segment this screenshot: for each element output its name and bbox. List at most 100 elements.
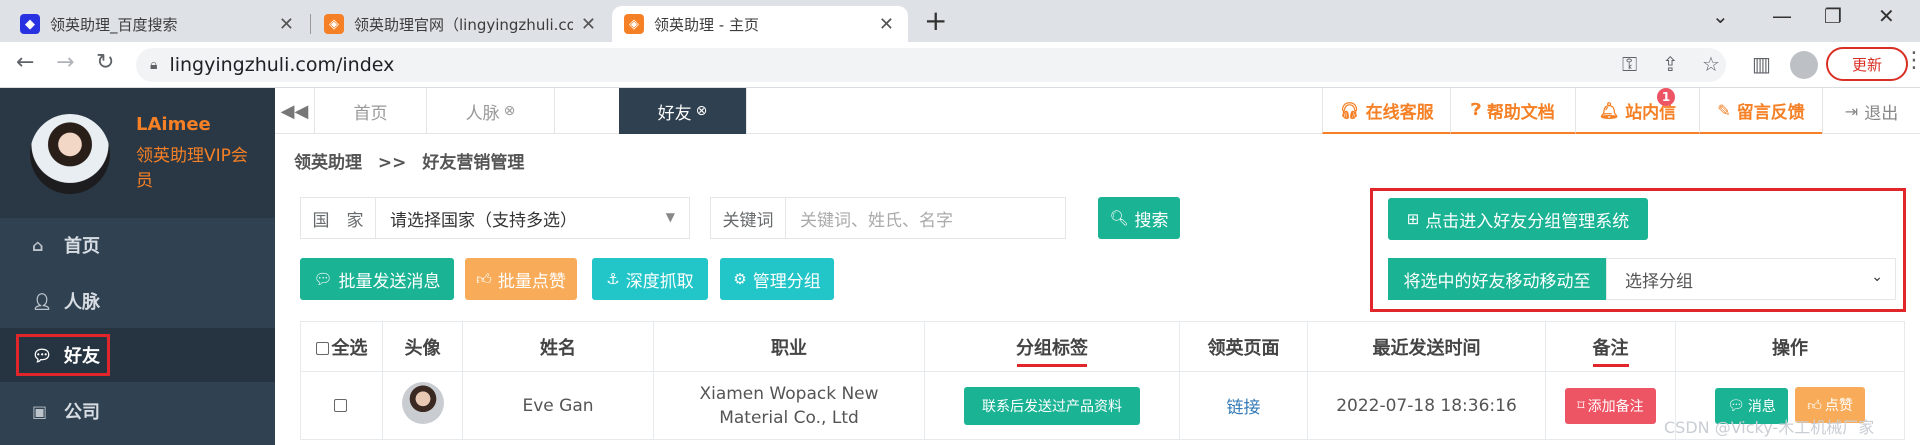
breadcrumb-root[interactable]: 领英助理 — [294, 153, 362, 173]
row-checkbox[interactable] — [333, 399, 347, 412]
browser-tab[interactable]: ◆ 领英助理_百度搜索 ✕ — [8, 6, 308, 42]
back-arrow-icon[interactable]: ← — [16, 50, 34, 75]
anchor-icon: ⚓︎ — [606, 270, 620, 288]
row-select-cell — [300, 371, 383, 440]
header-label: 分组标签 — [1016, 337, 1088, 359]
button-label: 管理分组 — [752, 271, 821, 292]
country-select[interactable]: 国 家 请选择国家（支持多选） ▼ — [300, 197, 690, 239]
red-underline — [1592, 364, 1629, 367]
key-icon[interactable]: ⚿ — [1622, 52, 1637, 76]
breadcrumb-separator: >> — [377, 153, 407, 173]
sidebar-item-label: 公司 — [64, 402, 100, 423]
group-select[interactable]: 选择分组 ⌄ — [1606, 258, 1896, 300]
side-panel-icon[interactable]: ▥ — [1752, 52, 1771, 76]
collapse-sidebar-icon[interactable]: ◀◀ — [275, 88, 315, 134]
linkedin-page-link[interactable]: 链接 — [1227, 398, 1261, 418]
country-value: 请选择国家（支持多选） — [390, 210, 577, 231]
group-tag-cell: 联系后发送过产品资料 — [924, 371, 1180, 440]
breadcrumb: 领英助理 >> 好友营销管理 — [294, 148, 534, 173]
profile-avatar-icon[interactable] — [1790, 51, 1818, 79]
select-all-checkbox[interactable] — [315, 342, 329, 355]
user-avatar[interactable] — [30, 114, 110, 194]
bookmark-icon: ⌑ — [1577, 397, 1585, 414]
tab-contacts[interactable]: 人脉 ⊗ — [427, 88, 555, 134]
question-icon: ❓︎ — [1471, 100, 1481, 119]
online-support-link[interactable]: 🎧︎ 在线客服 — [1322, 88, 1450, 134]
tab-label: 首页 — [353, 103, 388, 124]
deep-crawl-button[interactable]: ⚓︎ 深度抓取 — [592, 258, 708, 300]
note-cell: ⌑ 添加备注 — [1545, 371, 1676, 440]
keyword-input[interactable]: 关键词、姓氏、名字 — [786, 198, 953, 238]
close-icon[interactable]: ✕ — [279, 14, 294, 35]
restore-icon[interactable]: ❐ — [1824, 4, 1842, 28]
feedback-link[interactable]: ✎ 留言反馈 — [1699, 88, 1822, 134]
minimize-icon[interactable]: — — [1772, 4, 1792, 28]
button-label: 添加备注 — [1587, 398, 1644, 415]
tab-friends[interactable]: 好友 ⊗ — [619, 88, 747, 134]
browser-tab[interactable]: ◈ 领英助理官网（lingyingzhuli.co ✕ — [312, 6, 610, 42]
sidebar-item-friends[interactable]: 💬︎ 好友 — [0, 328, 275, 382]
batch-message-button[interactable]: 💬︎ 批量发送消息 — [300, 258, 454, 300]
close-icon[interactable]: ✕ — [879, 14, 894, 35]
avatar — [401, 382, 444, 424]
enter-group-system-button[interactable]: ⊞ 点击进入好友分组管理系统 — [1388, 198, 1648, 240]
browser-tab-active[interactable]: ◈ 领英助理 - 主页 ✕ — [612, 6, 908, 42]
share-icon[interactable]: ⇪ — [1662, 52, 1679, 76]
header-label: 最近发送时间 — [1372, 337, 1481, 359]
home-icon: ⌂ — [32, 235, 44, 255]
help-docs-link[interactable]: ❓︎ 帮助文档 — [1450, 88, 1575, 134]
search-button[interactable]: 🔍︎ 搜索 — [1098, 197, 1180, 239]
new-tab-button[interactable]: + — [924, 6, 947, 36]
tab-home[interactable]: 首页 — [315, 88, 427, 134]
window-close-icon[interactable]: ✕ — [1878, 4, 1895, 28]
sidebar-item-label: 人脉 — [64, 292, 100, 313]
breadcrumb-current: 好友营销管理 — [422, 153, 525, 173]
button-label: 批量发送消息 — [338, 271, 441, 292]
star-icon[interactable]: ☆ — [1702, 52, 1720, 76]
edit-icon: ✎ — [1717, 100, 1731, 120]
button-label: 批量点赞 — [497, 271, 566, 292]
group-tag-button[interactable]: 联系后发送过产品资料 — [964, 386, 1140, 425]
url-field[interactable]: 🔒︎ lingyingzhuli.com/index — [136, 48, 1726, 82]
profile-panel: LAimee 领英助理VIP会员 — [0, 88, 275, 218]
tab-label: 人脉 — [465, 103, 500, 124]
menu-dots-icon[interactable]: ⋮ — [1903, 48, 1920, 73]
sidebar-item-home[interactable]: ⌂ 首页 — [0, 218, 275, 272]
column-header: 分组标签 — [924, 321, 1180, 372]
close-tab-icon[interactable]: ⊗ — [504, 103, 516, 119]
forward-arrow-icon[interactable]: → — [56, 50, 74, 75]
browser-tab-strip: ◆ 领英助理_百度搜索 ✕ ◈ 领英助理官网（lingyingzhuli.co … — [0, 0, 1920, 42]
comment-icon: 💬︎ — [313, 270, 333, 288]
logout-link[interactable]: ⇥ 退出 — [1822, 88, 1920, 134]
sidebar-item-contacts[interactable]: 👤︎ 人脉 — [0, 274, 275, 328]
batch-like-button[interactable]: 👍︎ 批量点赞 — [465, 258, 577, 300]
column-header: 备注 — [1545, 321, 1676, 372]
search-icon: 🔍︎ — [1109, 209, 1129, 227]
header-label: 全选 — [331, 337, 368, 359]
update-button[interactable]: 更新 — [1826, 47, 1908, 81]
button-label: 消息 — [1747, 398, 1776, 415]
app-top-nav: ◀◀ 首页 人脉 ⊗ 好友 ⊗ 🎧︎ 在线客服 ❓︎ 帮助文档 🔔︎ 站内信 1… — [275, 88, 1920, 134]
close-tab-icon[interactable]: ⊗ — [696, 103, 708, 119]
chevron-down-icon[interactable]: ⌄ — [1712, 4, 1729, 28]
add-note-button[interactable]: ⌑ 添加备注 — [1565, 387, 1656, 424]
browser-tab-title: 领英助理 - 主页 — [654, 15, 759, 34]
inbox-link[interactable]: 🔔︎ 站内信 1 — [1575, 88, 1699, 134]
reload-icon[interactable]: ↻ — [96, 50, 114, 75]
link-label: 帮助文档 — [1486, 102, 1555, 123]
header-label: 姓名 — [540, 337, 576, 359]
close-icon[interactable]: ✕ — [581, 14, 596, 35]
baidu-paw-icon: ◆ — [20, 14, 40, 34]
header-label: 头像 — [404, 337, 441, 359]
manage-groups-button[interactable]: ⚙︎ 管理分组 — [720, 258, 834, 300]
button-label: 点赞 — [1824, 398, 1853, 415]
red-underline — [1017, 364, 1087, 367]
column-header-select-all[interactable]: 全选 — [300, 321, 383, 372]
keyword-field[interactable]: 关键词 关键词、姓氏、名字 — [710, 197, 1066, 239]
header-label: 领英页面 — [1207, 337, 1280, 359]
header-label: 操作 — [1772, 337, 1808, 359]
comment-icon: 💬︎ — [1727, 397, 1745, 414]
sidebar-item-company[interactable]: ▣ 公司 — [0, 384, 275, 438]
gear-icon: ⚙︎ — [733, 270, 747, 288]
briefcase-icon: ▣ — [32, 401, 48, 421]
